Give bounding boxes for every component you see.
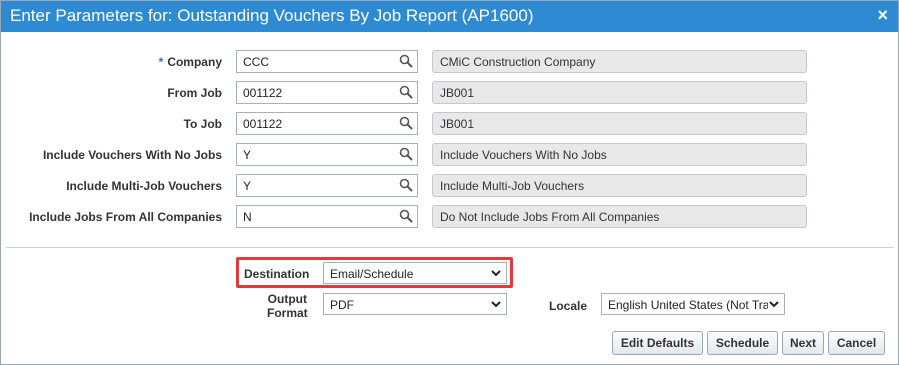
search-icon[interactable] [399,54,413,68]
all-companies-description: Do Not Include Jobs From All Companies [432,205,807,228]
param-label-all-companies: Include Jobs From All Companies [29,210,222,224]
output-format-select[interactable]: PDF [323,293,507,315]
vouchers-no-jobs-description: Include Vouchers With No Jobs [432,143,807,166]
param-row-vouchers-no-jobs: Include Vouchers With No Jobs Y Include … [1,143,899,167]
multi-job-description: Include Multi-Job Vouchers [432,174,807,197]
next-button[interactable]: Next [782,331,824,355]
param-label-to-job: To Job [183,117,222,131]
chevron-down-icon [491,301,501,308]
section-divider [6,247,894,248]
param-row-company: * Company CCC CMiC Construction Company [1,50,899,74]
locale-select[interactable]: English United States (Not Tra [601,293,785,315]
edit-defaults-button[interactable]: Edit Defaults [612,331,703,355]
param-label-vouchers-no-jobs: Include Vouchers With No Jobs [42,148,222,162]
cancel-button[interactable]: Cancel [828,331,885,355]
chevron-down-icon [769,301,779,308]
param-row-all-companies: Include Jobs From All Companies N Do Not… [1,205,899,229]
from-job-input[interactable]: 001122 [236,81,418,104]
param-label-company: * Company [158,55,222,69]
param-row-from-job: From Job 001122 JB001 [1,81,899,105]
required-marker: * [158,55,164,69]
to-job-description: JB001 [432,112,807,135]
search-icon[interactable] [399,209,413,223]
chevron-down-icon [491,270,501,277]
destination-label: Destination [244,267,310,281]
locale-label: Locale [549,299,588,313]
param-label-multi-job: Include Multi-Job Vouchers [66,179,222,193]
output-format-label: Output Format [267,292,308,320]
parameters-dialog: Enter Parameters for: Outstanding Vouche… [0,0,899,365]
to-job-input[interactable]: 001122 [236,112,418,135]
search-icon[interactable] [399,178,413,192]
dialog-titlebar: Enter Parameters for: Outstanding Vouche… [1,1,898,32]
multi-job-input[interactable]: Y [236,174,418,197]
param-row-multi-job: Include Multi-Job Vouchers Y Include Mul… [1,174,899,198]
dialog-title: Enter Parameters for: Outstanding Vouche… [10,6,534,25]
param-label-from-job: From Job [167,86,222,100]
schedule-button[interactable]: Schedule [707,331,778,355]
destination-select[interactable]: Email/Schedule [323,262,507,284]
close-icon[interactable]: × [877,5,888,25]
vouchers-no-jobs-input[interactable]: Y [236,143,418,166]
company-description: CMiC Construction Company [432,50,807,73]
search-icon[interactable] [399,147,413,161]
all-companies-input[interactable]: N [236,205,418,228]
company-input[interactable]: CCC [236,50,418,73]
from-job-description: JB001 [432,81,807,104]
search-icon[interactable] [399,116,413,130]
param-row-to-job: To Job 001122 JB001 [1,112,899,136]
search-icon[interactable] [399,85,413,99]
